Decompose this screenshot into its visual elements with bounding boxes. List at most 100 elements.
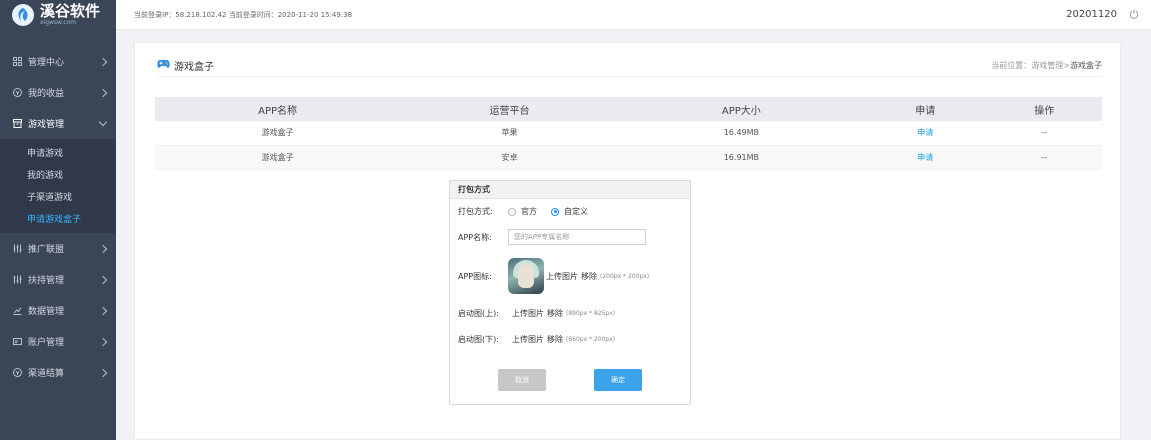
- panel-header: 游戏盒子 当前位置：游戏管理>游戏盒子: [157, 55, 1102, 77]
- game-box-table: APP名称 运营平台 APP大小 申请 操作 游戏盒子 苹果 16.49MB 申…: [155, 97, 1102, 170]
- face-shape: [518, 264, 534, 288]
- sidebar-item-game-management[interactable]: 游戏管理: [0, 108, 116, 139]
- cell-platform: 苹果: [400, 121, 619, 146]
- sidebar-item-admin-center[interactable]: 管理中心: [0, 46, 116, 77]
- icon-remove-button[interactable]: 移除: [581, 271, 597, 282]
- page-title: 游戏盒子: [157, 58, 991, 73]
- grid-icon: [12, 57, 22, 67]
- sidebar-submenu: 申请游戏 我的游戏 子渠道游戏 申请游戏盒子: [0, 139, 116, 233]
- packaging-dialog: 打包方式 打包方式: 官方 自定义 APP名称: APP图标: 上传图片 移除: [449, 180, 691, 405]
- splash-bottom-label: 启动图(下):: [458, 335, 499, 344]
- login-info: 当前登录IP：58.218.102.42 当前登录时间：2020-11-20 1…: [134, 10, 353, 19]
- topbar: 当前登录IP：58.218.102.42 当前登录时间：2020-11-20 1…: [116, 0, 1151, 30]
- col-ops: 操作: [986, 97, 1102, 121]
- app-icon-preview: [508, 258, 544, 294]
- breadcrumb-prefix[interactable]: 当前位置：游戏管理>: [991, 61, 1070, 70]
- confirm-button[interactable]: 确定: [594, 369, 642, 391]
- sidebar-item-account[interactable]: 账户管理: [0, 326, 116, 357]
- brand[interactable]: 溪谷软件 xigwsw.com: [0, 0, 116, 30]
- cell-platform: 安卓: [400, 145, 619, 170]
- splash-top-remove-button[interactable]: 移除: [547, 308, 563, 319]
- radio-custom[interactable]: 自定义: [551, 206, 588, 217]
- table-row: 游戏盒子 苹果 16.49MB 申请 --: [155, 121, 1102, 146]
- breadcrumb: 当前位置：游戏管理>游戏盒子: [991, 60, 1102, 71]
- cell-ops: --: [986, 121, 1102, 146]
- breadcrumb-current: 游戏盒子: [1070, 61, 1102, 70]
- radio-circle-icon: [508, 207, 516, 216]
- sidebar-item-label: 账户管理: [28, 338, 65, 348]
- sidebar-item-support[interactable]: 扶持管理: [0, 264, 116, 295]
- current-date: 20201120: [1066, 9, 1117, 20]
- sidebar-subitem-apply-game-box[interactable]: 申请游戏盒子: [0, 207, 116, 229]
- splash-bottom-remove-button[interactable]: 移除: [547, 334, 563, 345]
- sidebar-subitem-sub-channel-games[interactable]: 子渠道游戏: [0, 185, 116, 207]
- chevron-right-icon: [98, 88, 108, 97]
- sidebar-item-label: 我的收益: [28, 89, 65, 99]
- apply-link[interactable]: 申请: [863, 145, 987, 170]
- splash-top-upload-button[interactable]: 上传图片: [512, 308, 544, 319]
- chevron-right-icon: [98, 337, 108, 346]
- radio-selected-icon: [551, 207, 559, 216]
- sidebar-item-promotion[interactable]: 推广联盟: [0, 233, 116, 264]
- apply-link[interactable]: 申请: [863, 121, 987, 146]
- splash-bottom-upload-button[interactable]: 上传图片: [512, 334, 544, 345]
- sidebar-item-label: 推广联盟: [28, 245, 65, 255]
- app-name-row: APP名称:: [458, 229, 646, 245]
- sidebar-subitem-apply-game[interactable]: 申请游戏: [0, 141, 116, 163]
- pack-mode-row: 打包方式: 官方 自定义: [458, 206, 588, 217]
- col-app-size: APP大小: [618, 97, 864, 121]
- power-icon[interactable]: [1129, 9, 1139, 21]
- app-icon-row: APP图标: 上传图片 移除 (200px * 200px): [458, 258, 649, 294]
- col-apply: 申请: [863, 97, 987, 121]
- sidebar-item-label: 扶持管理: [28, 276, 65, 286]
- splash-top-size-hint: (890px * 825px): [566, 310, 616, 317]
- chart-icon: [12, 306, 22, 316]
- chevron-right-icon: [98, 275, 108, 284]
- page-title-text: 游戏盒子: [174, 62, 214, 73]
- radio-official[interactable]: 官方: [508, 206, 537, 217]
- col-app-name: APP名称: [155, 97, 401, 121]
- radio-official-label: 官方: [521, 207, 537, 216]
- sliders-icon: [12, 244, 22, 254]
- sidebar-nav: 管理中心 我的收益 游戏管理 申请游戏 我的游戏 子渠道游戏 申请游戏盒子 推广…: [0, 46, 116, 388]
- app-icon-label: APP图标:: [458, 271, 492, 281]
- app-name-label: APP名称:: [458, 232, 492, 242]
- coin-icon: [12, 88, 22, 98]
- col-platform: 运营平台: [400, 97, 619, 121]
- dialog-title: 打包方式: [450, 181, 690, 199]
- chevron-right-icon: [98, 57, 108, 66]
- chevron-right-icon: [98, 306, 108, 315]
- sidebar-item-label: 管理中心: [28, 58, 65, 68]
- sidebar-subitem-my-games[interactable]: 我的游戏: [0, 163, 116, 185]
- splash-bottom-row: 启动图(下): 上传图片 移除 (660px * 200px): [458, 334, 615, 345]
- table-row: 游戏盒子 安卓 16.91MB 申请 --: [155, 145, 1102, 170]
- sidebar-item-label: 游戏管理: [28, 120, 65, 130]
- cell-app-size: 16.91MB: [618, 145, 864, 170]
- chevron-right-icon: [98, 368, 108, 377]
- splash-top-label: 启动图(上):: [458, 309, 499, 318]
- account-icon: [12, 337, 22, 347]
- sidebar-item-settlement[interactable]: 渠道结算: [0, 357, 116, 388]
- app-name-input[interactable]: [508, 229, 646, 245]
- pack-mode-label: 打包方式:: [458, 207, 493, 216]
- coin-icon: [12, 368, 22, 378]
- sidebar-item-label: 渠道结算: [28, 369, 65, 379]
- icon-size-hint: (200px * 200px): [600, 272, 650, 280]
- icon-upload-button[interactable]: 上传图片: [546, 271, 578, 282]
- gamepad-icon: [157, 59, 170, 72]
- chevron-right-icon: [98, 244, 108, 253]
- brand-title: 溪谷软件: [40, 2, 101, 20]
- xigu-logo-icon: [12, 4, 34, 26]
- main-panel: 游戏盒子 当前位置：游戏管理>游戏盒子 APP名称 运营平台 APP大小 申请 …: [134, 42, 1121, 440]
- radio-custom-label: 自定义: [564, 207, 588, 216]
- cancel-button[interactable]: 取消: [498, 369, 546, 391]
- cell-app-size: 16.49MB: [618, 121, 864, 146]
- splash-bottom-size-hint: (660px * 200px): [566, 336, 616, 343]
- archive-icon: [12, 119, 22, 129]
- sidebar-item-earnings[interactable]: 我的收益: [0, 77, 116, 108]
- sidebar: 溪谷软件 xigwsw.com 管理中心 我的收益 游戏管理 申请游戏 我的游戏…: [0, 0, 116, 440]
- sidebar-item-label: 数据管理: [28, 307, 65, 317]
- table-header-row: APP名称 运营平台 APP大小 申请 操作: [155, 97, 1102, 121]
- sidebar-item-data[interactable]: 数据管理: [0, 295, 116, 326]
- chevron-down-icon: [98, 117, 108, 127]
